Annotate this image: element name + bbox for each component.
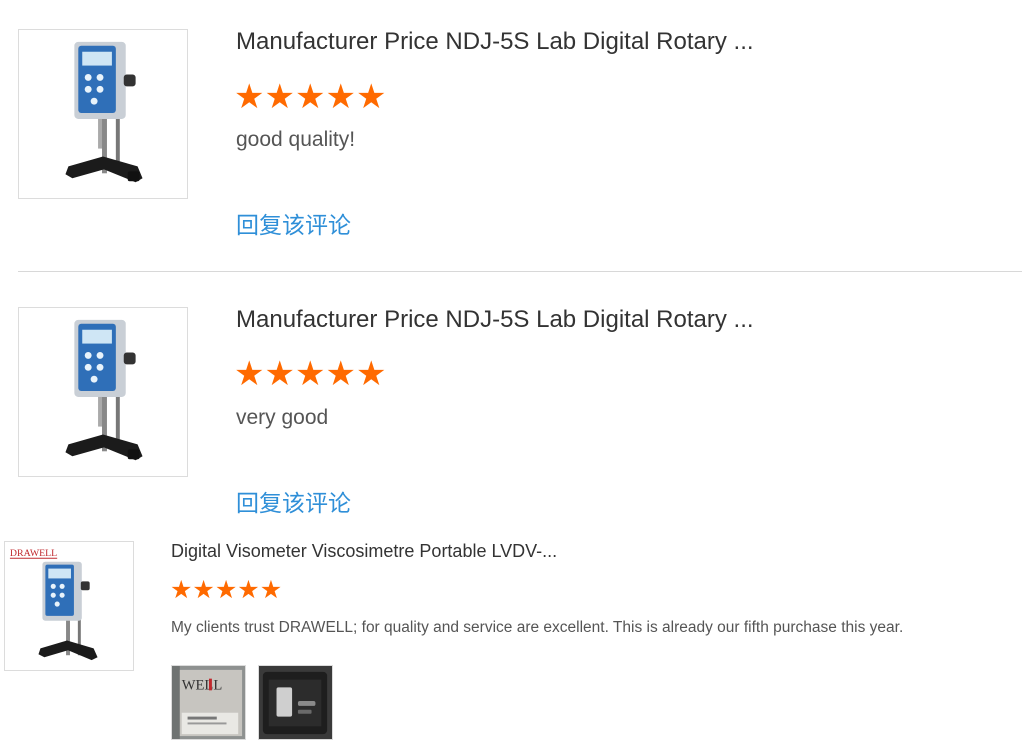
review-comment: very good [236,406,329,429]
star-icon: ★ [237,576,260,604]
divider [18,271,1022,272]
instrument-case-photo [259,666,332,739]
review-comment: good quality! [236,128,356,151]
star-icon: ★ [294,78,326,116]
star-icon: ★ [264,355,295,393]
product-title[interactable]: Manufacturer Price NDJ-5S Lab Digital Ro… [236,306,754,334]
star-icon: ★ [234,355,265,393]
product-thumbnail[interactable]: DRAWELL [4,541,134,671]
product-title[interactable]: Digital Visometer Viscosimetre Portable … [171,541,557,562]
product-title[interactable]: Manufacturer Price NDJ-5S Lab Digital Ro… [236,28,754,56]
star-icon: ★ [325,78,356,116]
review-comment: My clients trust DRAWELL; for quality an… [171,619,904,636]
brand-logo: DRAWELL [10,548,57,559]
star-icon: ★ [170,576,193,604]
star-icon: ★ [355,78,387,116]
star-icon: ★ [259,576,283,604]
star-icon: ★ [264,78,295,116]
review-photo[interactable] [258,665,333,740]
reply-link[interactable]: 回复该评论 [236,206,351,240]
star-icon: ★ [234,78,265,116]
reply-link[interactable]: 回复该评论 [236,484,351,518]
product-thumbnail[interactable] [18,307,188,477]
star-icon: ★ [214,576,238,604]
packaging-photo: WELL [172,666,245,739]
star-rating: ★ ★ ★ ★ ★ [234,357,386,391]
star-rating: ★ ★ ★ ★ ★ [170,578,282,603]
product-thumbnail[interactable] [18,29,188,199]
viscometer-image [19,308,187,476]
star-icon: ★ [325,355,356,393]
viscometer-image: DRAWELL [5,542,133,670]
reviews-page: Manufacturer Price NDJ-5S Lab Digital Ro… [0,0,1024,752]
viscometer-image [19,30,187,198]
star-icon: ★ [192,576,215,604]
review-photo[interactable]: WELL [171,665,246,740]
brand-logo: WELL [182,677,223,693]
star-icon: ★ [294,355,326,393]
star-icon: ★ [355,355,387,393]
star-rating: ★ ★ ★ ★ ★ [234,80,386,114]
